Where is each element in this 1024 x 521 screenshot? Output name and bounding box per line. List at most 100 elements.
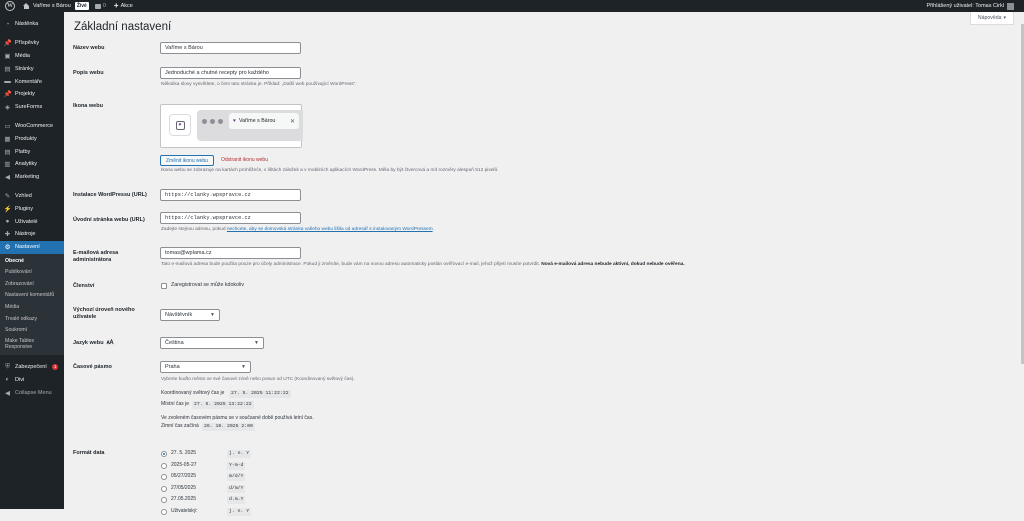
site-address-input[interactable]: https://clanky.wpspravce.cz [160,212,301,224]
submenu-item[interactable]: Publikování [0,267,64,279]
tagline-input[interactable]: Jednoduché a chutné recepty pro každého [160,67,301,79]
main-content: Nápověda ▾ Základní nastavení Název webu… [64,12,1024,521]
sidebar-item-label: Uživatelé [15,218,38,225]
sidebar-item-label: Příspěvky [15,40,40,47]
sidebar-item-label: Projekty [15,91,35,98]
sidebar-item-label: Zabezpečení [15,364,47,371]
admin-bar: W Vaříme s Bárou Živé 0 + Akce Přihlášen… [0,0,1024,12]
desc-text: . [432,227,434,232]
sidebar-item-projekty[interactable]: 📌 Projekty [0,88,64,101]
site-address-help-link[interactable]: nechcete, aby se domovská stránka vašeho… [227,227,433,232]
default-role-label: Výchozí úroveň nového uživatele [73,307,135,320]
desc-text: Tato e-mailová adresa bude použita pouze… [161,262,540,267]
sidebar-item-komentare[interactable]: ▬ Komentáře [0,75,64,88]
local-time-value: 27. 5. 2025 13:22:22 [192,401,254,409]
date-format-radio[interactable] [161,451,167,457]
site-icon-preview: ♥ ♥ Vaříme s Bárou ✕ [160,104,303,148]
woo-icon: ▭ [4,122,11,130]
membership-checkbox[interactable] [161,283,167,289]
default-role-select[interactable]: Návštěvník ▼ [160,309,220,321]
new-content-link[interactable]: + Akce [114,2,133,10]
wordpress-logo-icon[interactable]: W [5,1,15,11]
user-account-link[interactable]: Přihlášený uživatel: Tomas Cirkl [926,0,1014,12]
sidebar-item-sureforms[interactable]: ◈ SureForms [0,101,64,114]
date-format-label: Formát data [73,450,105,456]
date-format-example: 27.05.2025 [171,496,197,502]
sidebar-item-label: Nástěnka [15,21,39,28]
sidebar-item-platby[interactable]: ▤ Platby [0,145,64,158]
date-format-radio[interactable] [161,474,167,480]
live-badge[interactable]: Živé [74,2,89,10]
translation-icon: 🗚 [106,340,114,346]
date-format-radio[interactable] [161,485,167,492]
media-icon: ▣ [4,52,11,60]
submenu-item[interactable]: Nastavení komentářů [0,290,64,302]
sidebar-item-vzhled[interactable]: ✎ Vzhled [0,190,64,203]
date-format-code: Y-m-d [227,461,246,470]
date-format-radio[interactable] [161,497,167,503]
date-format-example: 2025-05-27 [171,461,197,468]
timezone-select[interactable]: Praha ▼ [160,361,251,373]
window-dots-icon [202,119,223,124]
sidebar-item-zabezpeceni[interactable]: ⛨ Zabezpečení 1 [0,361,64,374]
browser-tab-preview: ♥ Vaříme s Bárou ✕ [197,110,303,141]
sidebar-item-produkty[interactable]: ▦ Produkty [0,132,64,145]
admin-email-label: E-mailová adresa administrátora [73,250,119,263]
chevron-down-icon: ▼ [210,312,215,318]
sidebar-item-label: Marketing [15,174,40,181]
sidebar-item-uzivatele[interactable]: ● Uživatelé [0,215,64,228]
sidebar-item-marketing[interactable]: ◀ Marketing [0,171,64,184]
date-format-radio[interactable] [161,508,167,515]
site-home-link[interactable]: Vaříme s Bárou [23,3,71,9]
new-label: Akce [120,3,133,9]
date-format-example: 27. 5. 2025 [171,450,197,456]
site-address-label: Úvodní stránka webu (URL) [73,217,145,223]
submenu-item[interactable]: Soukromí [0,325,64,337]
submenu-item[interactable]: Make Tables Responsive [0,337,60,353]
sidebar-item-media[interactable]: ▣ Média [0,50,64,63]
sidebar-item-nastroje[interactable]: ✚ Nástroje [0,228,64,241]
submenu-item[interactable]: Zobrazování [0,279,64,291]
change-site-icon-button[interactable]: Změnit ikonu webu [160,155,214,166]
plus-icon: + [113,1,119,10]
chevron-down-icon: ▼ [254,340,259,346]
help-tab-button[interactable]: Nápověda ▾ [970,12,1014,25]
close-icon: ✕ [289,118,295,125]
date-format-code: j. n. Y [227,450,252,458]
plugin-icon: ⚡ [3,205,12,213]
sidebar-item-stranky[interactable]: ▤ Stránky [0,62,64,75]
admin-email-input[interactable]: tomas@wplama.cz [160,247,301,259]
sidebar-item-prispevky[interactable]: 📌 Příspěvky [0,37,64,50]
sidebar-item-pluginy[interactable]: ⚡ Pluginy [0,202,64,215]
shield-icon: ⛨ [5,363,10,371]
submenu-item[interactable]: Obecné [0,256,64,268]
collapse-menu-button[interactable]: ◀ Collapse Menu [0,386,64,399]
sidebar-item-nastaveni[interactable]: ⚙ Nastavení [0,240,64,254]
remove-site-icon-link[interactable]: Odstranit ikonu webu [221,157,268,163]
chevron-down-icon: ▼ [241,364,246,370]
sidebar-item-nastenka[interactable]: ◔ Nástěnka [0,18,64,31]
comment-icon: ▬ [4,78,11,86]
dst-note: Ve zvoleném časovém pásmu se v současné … [161,415,314,421]
wp-address-label: Instalace WordPressu (URL) [73,192,147,198]
sidebar-item-woocommerce[interactable]: ▭ WooCommerce [0,120,64,133]
site-title-input[interactable]: Vaříme s Bárou [160,42,301,54]
sidebar-item-label: Divi [15,376,25,383]
admin-sidebar: ◔ Nástěnka 📌 Příspěvky ▣ Média ▤ Stránky ▬ Komen… [0,12,64,509]
submenu-item[interactable]: Trvalé odkazy [0,314,64,326]
sliders-icon: ⚙ [4,244,11,252]
wp-address-input[interactable]: https://clanky.wpspravce.cz [160,189,301,201]
sidebar-item-label: Média [15,52,30,59]
site-icon-label: Ikona webu [73,103,103,109]
timezone-label: Časové pásmo [73,364,112,370]
date-format-code: m/d/Y [227,473,246,481]
sidebar-item-divi[interactable]: ◐ Divi [0,374,64,387]
date-format-radio[interactable] [161,462,167,469]
submenu-item[interactable]: Média [0,302,64,314]
page-title: Základní nastavení [74,21,172,33]
settings-submenu: Obecné Publikování Zobrazování Nastavení ko… [0,253,64,355]
language-select[interactable]: Čeština ▼ [160,337,264,349]
sidebar-item-label: Nástroje [15,231,36,238]
comments-link[interactable]: 0 [94,3,106,9]
sidebar-item-analytiky[interactable]: ▥ Analytiky [0,158,64,171]
